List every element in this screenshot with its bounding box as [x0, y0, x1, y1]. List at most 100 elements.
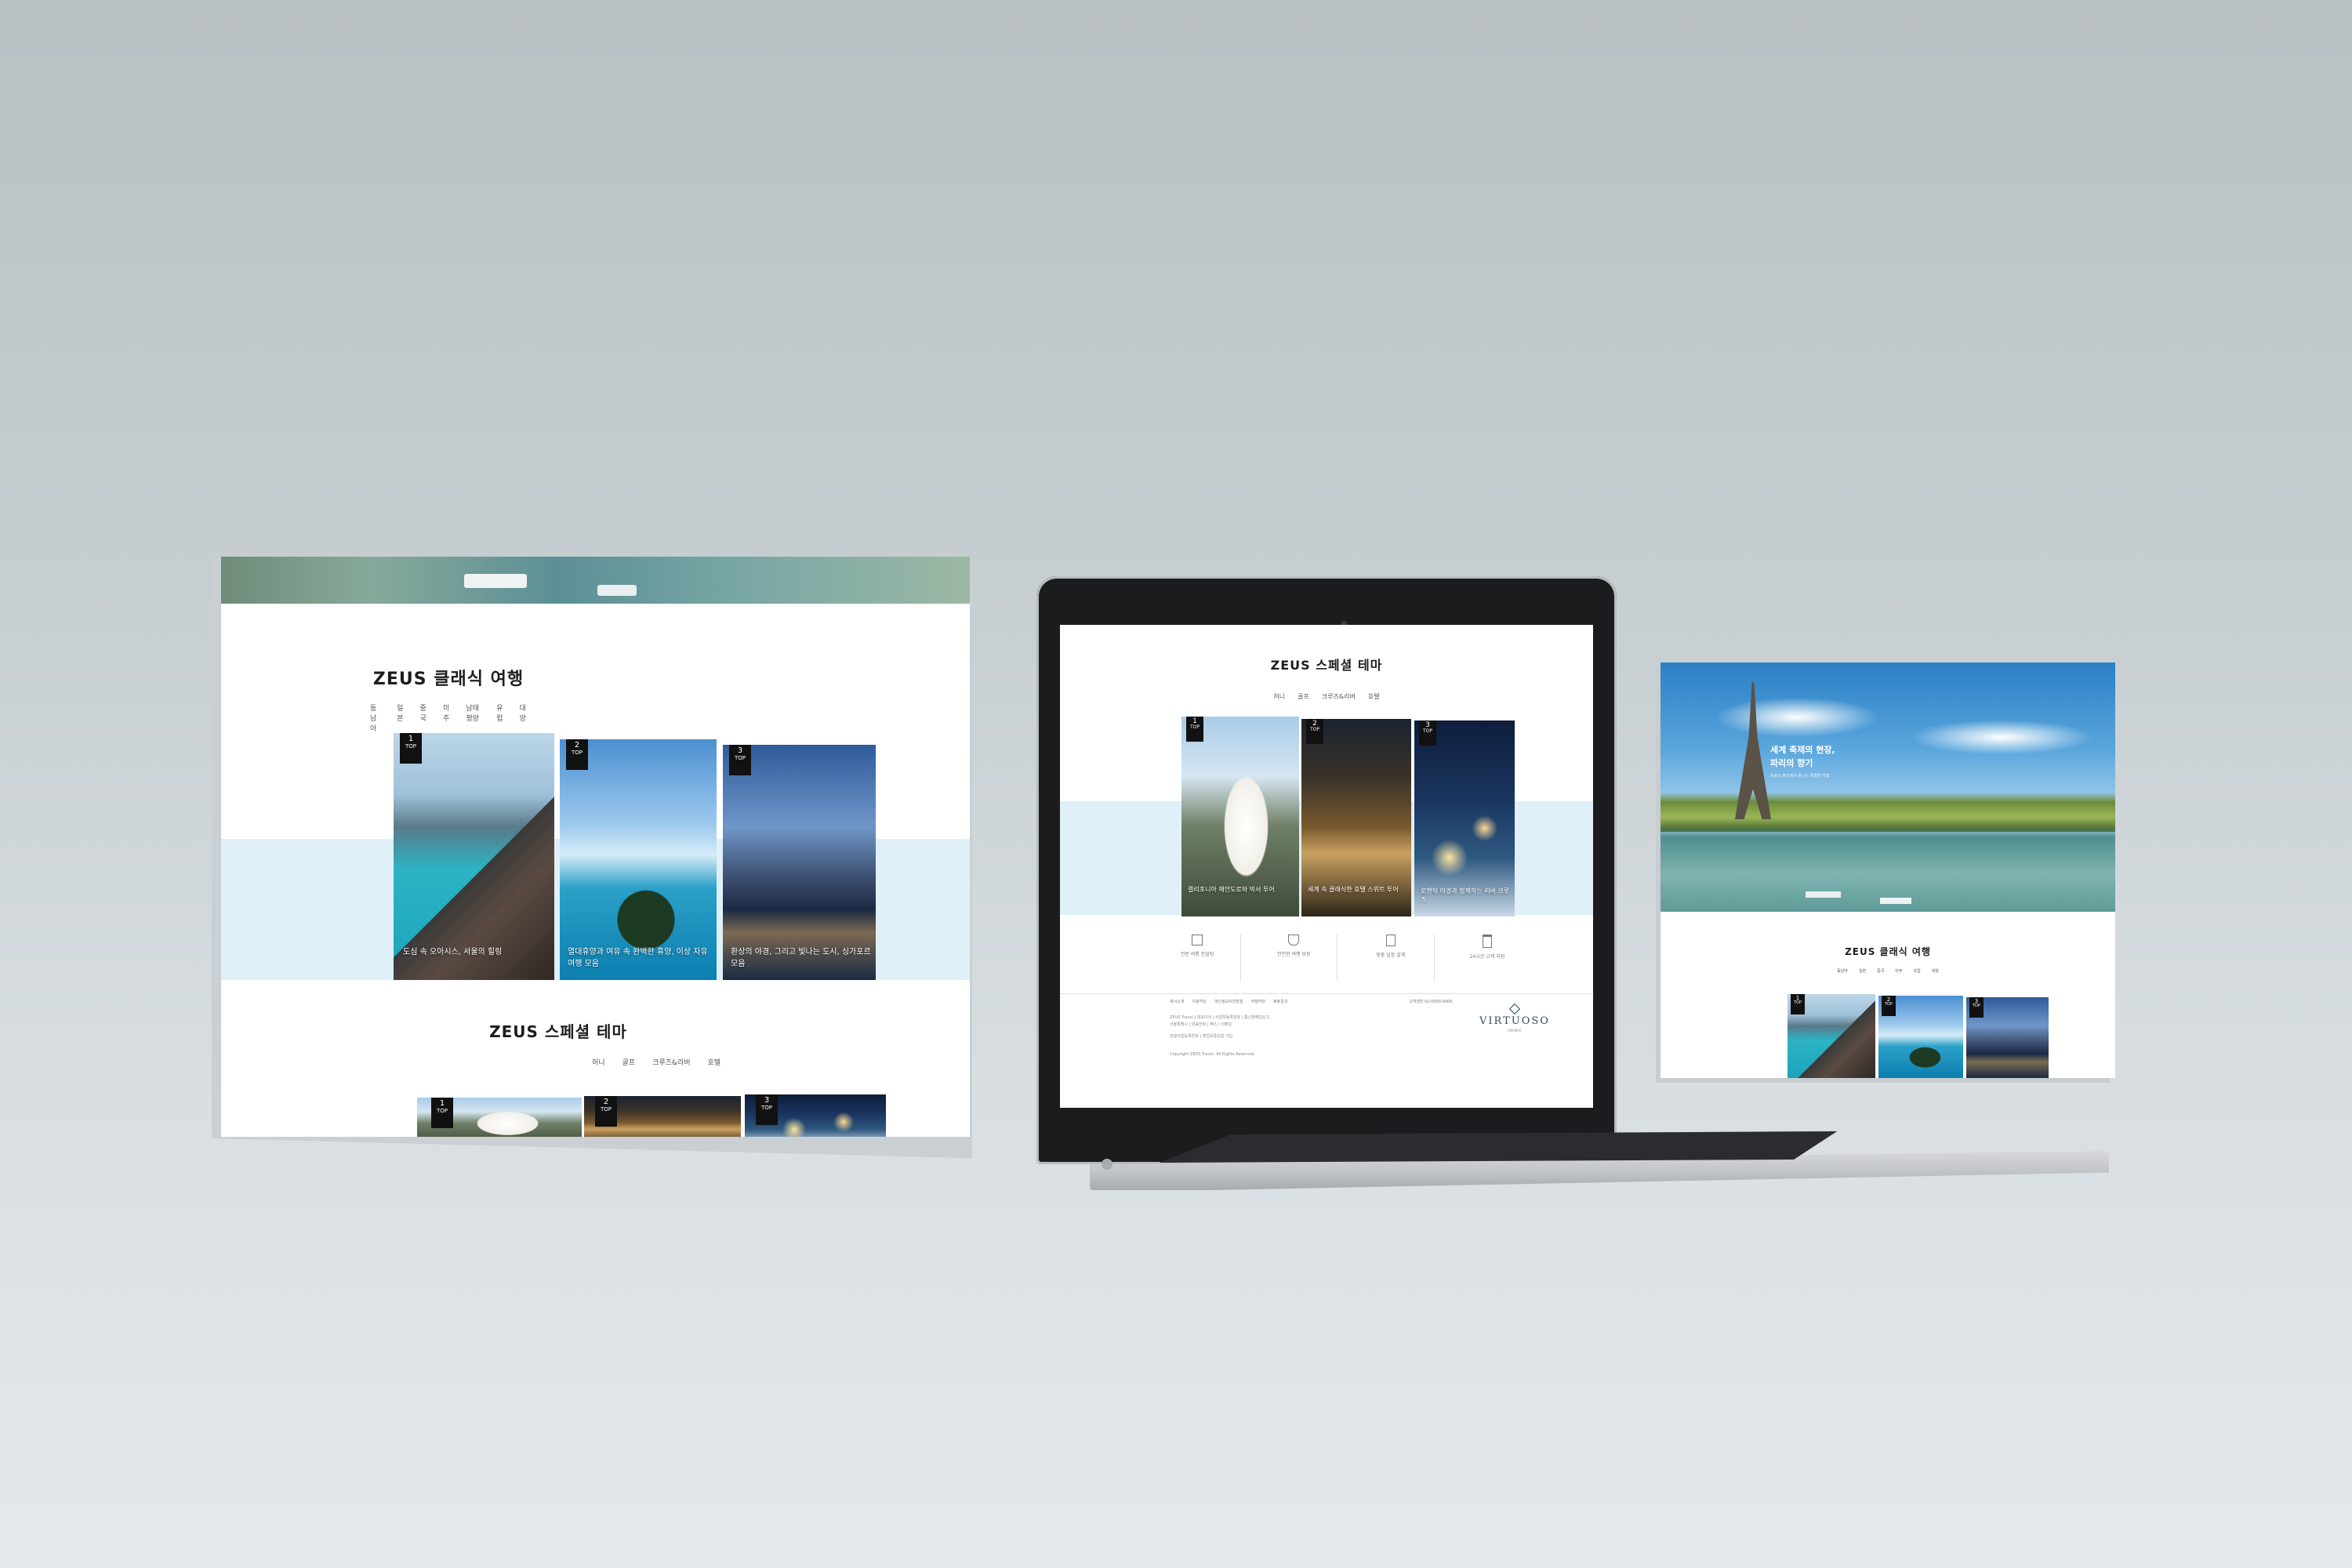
card-1[interactable]: 1 TOP 캘리포니아 해안도로와 빅서 투어: [1181, 717, 1299, 916]
rank-number: 1: [439, 1099, 445, 1108]
virtuoso-wordmark: VIRTUOSO: [1479, 1015, 1550, 1027]
boat-shape: [464, 574, 527, 588]
nav-item[interactable]: 중국: [420, 702, 427, 733]
rank-label: TOP: [1309, 727, 1319, 733]
rank-badge: 2 TOP: [595, 1096, 617, 1127]
right-section-title: ZEUS 클래식 여행: [1845, 946, 1931, 957]
rank-number: 2: [574, 741, 580, 750]
eiffel-tower: [1735, 682, 1771, 819]
rank-number: 3: [764, 1096, 770, 1105]
rank-badge: 3 TOP: [1419, 720, 1436, 746]
footer-link[interactable]: 회사소개: [1170, 999, 1184, 1004]
boat-shape: [1880, 898, 1911, 904]
feature-item: 맞춤 일정 설계: [1348, 935, 1435, 982]
virtuoso-sub: MEMBER: [1508, 1029, 1522, 1033]
nav-item[interactable]: 크루즈&리버: [652, 1057, 690, 1067]
section1-title: ZEUS 클래식 여행: [372, 670, 524, 689]
nav-item[interactable]: 동남아: [1837, 968, 1848, 974]
rank-number: 2: [603, 1098, 609, 1106]
right-hero-image: 세계 축제의 현장, 파리의 향기 프랑스 파리에서 만나는 특별한 여행: [1661, 662, 2115, 912]
rank-label: TOP: [1422, 728, 1432, 735]
left-screen: ZEUS 클래식 여행 동남아 일본 중국 미주 남태평양 유럽 대양 1 TO…: [221, 557, 970, 1137]
cube-icon: [1192, 935, 1203, 946]
section2-title: ZEUS 스페셜 테마: [489, 1022, 627, 1041]
rank-label: TOP: [734, 754, 746, 761]
card-3[interactable]: 3 TOP: [1966, 997, 2049, 1078]
footer-link[interactable]: 개인정보처리방침: [1214, 999, 1243, 1004]
rank-badge: 2 TOP: [1882, 996, 1896, 1016]
laptop-screen: ZEUS 스페셜 테마 허니 골프 크루즈&리버 호텔 1 TOP 캘리포니아 …: [1060, 625, 1593, 1108]
section2-nav: 허니 골프 크루즈&리버 호텔: [590, 1057, 723, 1067]
laptop-nav: 허니 골프 크루즈&리버 호텔: [1060, 692, 1593, 701]
rank-number: 1: [408, 735, 414, 743]
nav-item[interactable]: 골프: [1298, 692, 1309, 701]
footer-link[interactable]: 여행약관: [1251, 999, 1265, 1004]
feature-text: 맞춤 일정 설계: [1376, 953, 1406, 958]
feature-text: 전문 여행 컨설팅: [1180, 952, 1214, 957]
nav-item[interactable]: 호텔: [707, 1057, 720, 1067]
shield-icon: [1288, 935, 1300, 946]
left-hero-image: [221, 557, 970, 604]
card-caption: 도심 속 오아시스, 서울의 힐링: [403, 948, 503, 956]
rank-badge: 1 TOP: [400, 733, 422, 764]
rank-badge: 3 TOP: [729, 745, 751, 775]
footer-link[interactable]: 이용약관: [1192, 999, 1206, 1004]
nav-item[interactable]: 미주: [1895, 968, 1902, 974]
rank-label: TOP: [405, 742, 416, 750]
footer-link[interactable]: 제휴문의: [1273, 999, 1287, 1004]
nav-item[interactable]: 대양: [520, 702, 527, 733]
card-caption: 세계 속 클래식한 호텔 스위트 투어: [1308, 886, 1399, 893]
rank-label: TOP: [1793, 1000, 1802, 1006]
virtuoso-emblem: [1508, 1003, 1521, 1015]
card2-2[interactable]: 2 TOP: [584, 1096, 741, 1137]
nav-item[interactable]: 동남아: [370, 702, 381, 733]
laptop-title: ZEUS 스페셜 테마: [1270, 658, 1383, 673]
nav-item[interactable]: 허니: [1273, 692, 1285, 701]
rank-badge: 2 TOP: [566, 739, 588, 770]
hero-heading-1: 세계 축제의 현장,: [1770, 745, 1835, 755]
right-screen: 세계 축제의 현장, 파리의 향기 프랑스 파리에서 만나는 특별한 여행 ZE…: [1661, 662, 2115, 1078]
nav-item[interactable]: 남태평양: [466, 702, 481, 733]
nav-item[interactable]: 일본: [1859, 968, 1866, 974]
card-caption: 캘리포니아 해안도로와 빅서 투어: [1188, 886, 1275, 893]
card-caption: 환상의 야경, 그리고 빛나는 도시, 싱가포르 모음: [731, 948, 871, 968]
nav-item[interactable]: 일본: [397, 702, 404, 733]
footer-line: ZEUS Travel | 대표이사 | 사업자등록번호 | 통신판매업신고: [1170, 1015, 1270, 1020]
card2-3[interactable]: 3 TOP: [745, 1094, 886, 1137]
document-icon: [1385, 935, 1396, 946]
nav-item[interactable]: 호텔: [1368, 692, 1380, 701]
card-1[interactable]: 1 TOP 도심 속 오아시스, 서울의 힐링: [394, 733, 554, 980]
nav-item[interactable]: 유럽: [496, 702, 503, 733]
rank-label: TOP: [1972, 1004, 1980, 1009]
card-3[interactable]: 3 TOP 로맨틱 야경과 함께하는 리버 크루즈: [1414, 720, 1515, 916]
boat-shape: [1806, 891, 1841, 898]
nav-item[interactable]: 중국: [1877, 968, 1884, 974]
section1-nav: 동남아 일본 중국 미주 남태평양 유럽 대양: [370, 702, 527, 733]
nav-item[interactable]: 골프: [622, 1057, 636, 1067]
rank-badge: 1 TOP: [1791, 994, 1805, 1014]
card-2[interactable]: 2 TOP 열대휴양과 여유 속 완벽한 휴양, 이상 자유여행 모음: [560, 739, 717, 980]
feature-text: 안전한 여행 보장: [1277, 952, 1311, 957]
footer-divider: [1060, 993, 1593, 994]
card-1[interactable]: 1 TOP: [1788, 994, 1875, 1078]
rank-label: TOP: [1884, 1002, 1893, 1007]
feature-item: 24시간 고객 지원: [1444, 935, 1530, 982]
footer-line: Copyright ZEUS Travel. All Rights Reserv…: [1170, 1052, 1256, 1057]
features-row: 전문 여행 컨설팅 안전한 여행 보장 맞춤 일정 설계 24시간 고객 지원: [1154, 935, 1530, 982]
card-caption: 로맨틱 야경과 함께하는 리버 크루즈: [1421, 887, 1510, 903]
laptop-hinge: [1102, 1159, 1112, 1170]
clipboard-icon: [1482, 935, 1492, 948]
feature-text: 24시간 고객 지원: [1469, 954, 1505, 960]
rank-badge: 2 TOP: [1306, 719, 1323, 744]
nav-item[interactable]: 유럽: [1914, 968, 1921, 974]
nav-item[interactable]: 허니: [592, 1057, 605, 1067]
card-3[interactable]: 3 TOP 환상의 야경, 그리고 빛나는 도시, 싱가포르 모음: [723, 745, 876, 980]
card-2[interactable]: 2 TOP 세계 속 클래식한 호텔 스위트 투어: [1301, 719, 1411, 916]
nav-item[interactable]: 미주: [443, 702, 450, 733]
footer-info: ZEUS Travel | 대표이사 | 사업자등록번호 | 통신판매업신고 서…: [1170, 1014, 1405, 1058]
card2-1[interactable]: 1 TOP: [417, 1098, 582, 1137]
nav-item[interactable]: 대양: [1932, 968, 1939, 974]
card-2[interactable]: 2 TOP: [1878, 996, 1963, 1078]
feature-item: 전문 여행 컨설팅: [1154, 935, 1241, 982]
nav-item[interactable]: 크루즈&리버: [1322, 692, 1356, 701]
